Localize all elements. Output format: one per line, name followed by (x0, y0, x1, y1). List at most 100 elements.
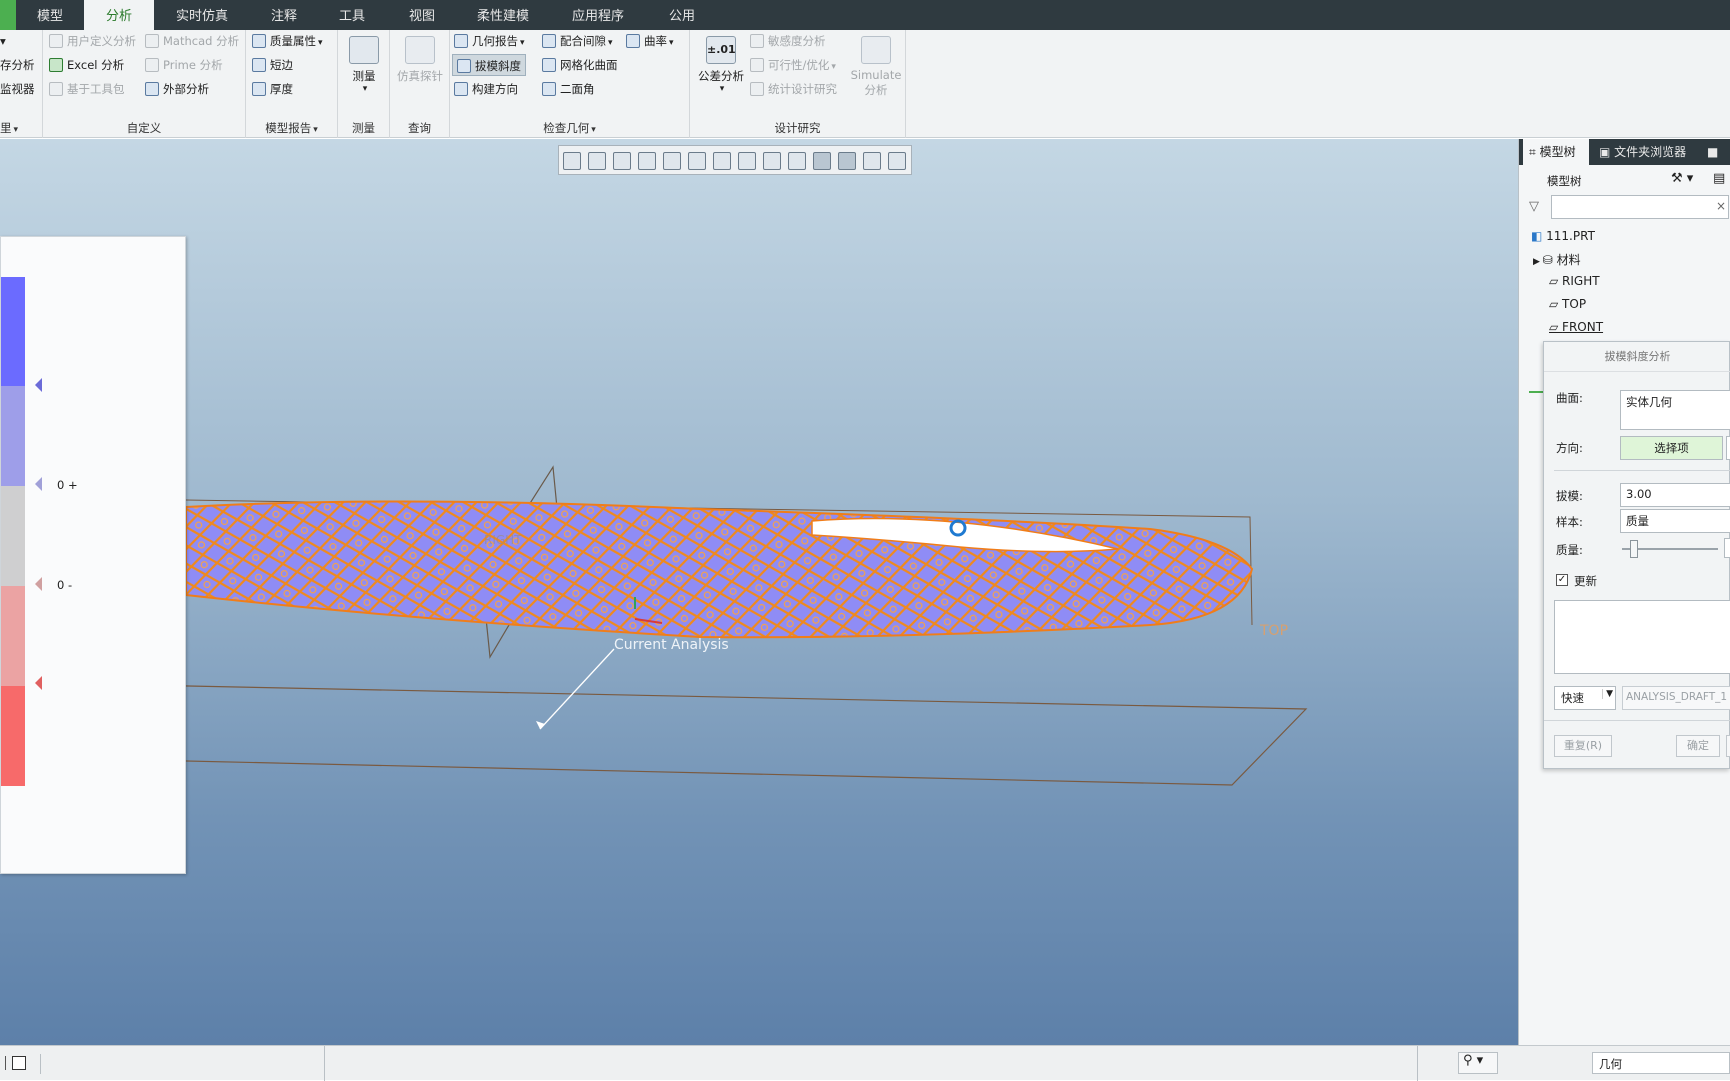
material-icon: ⛁ (1542, 253, 1557, 267)
filter-icon[interactable]: ▽ (1529, 199, 1539, 214)
direction-collector[interactable]: 选择项 (1620, 436, 1723, 460)
tree-item-top[interactable]: ▱ TOP (1549, 297, 1586, 311)
ribbon-group-custom: 用户定义分析 Excel 分析 基于工具包 Mathcad 分析 Prime 分… (43, 30, 246, 138)
thickness-button[interactable]: 厚度 (252, 78, 293, 100)
analysis-name-input[interactable]: ANALYSIS_DRAFT_1 (1622, 686, 1730, 710)
simulate-analysis-button[interactable]: Simulate 分析 (850, 36, 902, 98)
geometry-report-icon (454, 34, 468, 48)
tree-filter-input[interactable]: × (1551, 195, 1729, 219)
tab-folder-browser[interactable]: ▣ 文件夹浏览器 (1593, 139, 1697, 165)
tree-item-right[interactable]: ▱ RIGHT (1549, 274, 1600, 288)
top-plane-label[interactable]: TOP (1260, 623, 1288, 639)
external-analysis-button[interactable]: 外部分析 (145, 78, 209, 100)
user-defined-analysis-button[interactable]: 用户定义分析 (49, 30, 136, 52)
model-report-group-label[interactable]: 模型报告 ▾ (246, 120, 337, 136)
query-group-label: 查询 (408, 121, 431, 135)
browser-toggle-icon[interactable] (12, 1056, 26, 1070)
surface-collector[interactable]: 实体几何 (1620, 390, 1730, 430)
sensitivity-analysis-button[interactable]: 敏感度分析 (750, 30, 826, 52)
right-plane-label[interactable]: RIGHT (484, 533, 522, 547)
model-tree-title: 模型树 (1547, 174, 1582, 188)
favorites-icon: ■ (1707, 145, 1719, 159)
tree-settings-icon[interactable]: ⚒ ▾ (1671, 171, 1693, 186)
expand-arrow-icon[interactable]: ▶ (1533, 257, 1543, 267)
tab-view[interactable]: 视图 (390, 0, 454, 30)
model-graphics (99, 465, 1308, 786)
short-edge-button[interactable]: 短边 (252, 54, 293, 76)
tab-applications[interactable]: 应用程序 (556, 0, 640, 30)
navigator-toggle-icon[interactable] (0, 1056, 6, 1070)
quality-slider-handle[interactable] (1630, 540, 1638, 558)
graphics-viewport[interactable]: Current Analysis TOP RIGHT 0 + 0 - (0, 139, 1518, 1045)
ok-button[interactable]: 确定 (1676, 735, 1720, 757)
curvature-button[interactable]: 曲率 ▾ (626, 30, 674, 52)
tree-show-icon[interactable]: ▤ (1713, 171, 1725, 186)
draft-analysis-part[interactable] (185, 500, 1254, 639)
tab-tools[interactable]: 工具 (320, 0, 384, 30)
tab-realtime-sim[interactable]: 实时仿真 (160, 0, 244, 30)
tab-annotate[interactable]: 注释 (252, 0, 316, 30)
clear-filter-icon[interactable]: × (1716, 199, 1726, 213)
tree-item-front[interactable]: ▱ FRONT (1549, 320, 1603, 334)
find-icon[interactable]: ⚲ ▾ (1458, 1052, 1498, 1074)
tree-item-part[interactable]: ◧ 111.PRT (1531, 229, 1595, 243)
clearance-icon (542, 34, 556, 48)
current-analysis-annotation[interactable]: Current Analysis (614, 637, 729, 653)
manage-group-label[interactable]: 里 ▾ (0, 120, 42, 136)
repeat-button[interactable]: 重复(R) (1554, 735, 1612, 757)
legend-marker-plus[interactable] (35, 477, 42, 491)
quality-label: 质量: (1556, 543, 1583, 557)
file-menu-button[interactable] (0, 0, 16, 30)
quality-value-input[interactable] (1724, 538, 1730, 558)
feasibility-optimization-button[interactable]: 可行性/优化 ▾ (750, 54, 836, 76)
partial-top-item[interactable]: ▾ (0, 30, 6, 52)
statistical-design-study-button[interactable]: 统计设计研究 (750, 78, 837, 100)
draft-icon (457, 59, 471, 73)
sample-select[interactable]: 质量 (1620, 509, 1730, 533)
dihedral-angle-button[interactable]: 二面角 (542, 78, 595, 100)
saved-analysis-button[interactable]: 存分析 (0, 54, 35, 76)
direction-flip-button[interactable] (1726, 436, 1730, 460)
prime-analysis-button[interactable]: Prime 分析 (145, 54, 223, 76)
top-datum-plane[interactable] (99, 684, 1308, 786)
draft-analysis-button[interactable]: 拔模斜度 (452, 54, 526, 76)
mass-properties-icon (252, 34, 266, 48)
model-tree-icon: ⌗ (1529, 145, 1540, 159)
tab-analysis[interactable]: 分析 (84, 0, 154, 30)
mesh-icon (542, 58, 556, 72)
monitor-button[interactable]: 监视器 (0, 78, 35, 100)
mass-properties-button[interactable]: 质量属性 ▾ (252, 30, 323, 52)
legend-band-5 (1, 686, 25, 786)
tab-model-tree[interactable]: ⌗ 模型树 (1523, 139, 1589, 165)
tolerance-analysis-button[interactable]: ±.01 公差分析 ▾ (696, 36, 746, 94)
cancel-button[interactable] (1726, 735, 1730, 757)
update-checkbox[interactable]: ✓ (1556, 574, 1568, 586)
legend-marker-minus[interactable] (35, 577, 42, 591)
excel-analysis-button[interactable]: Excel 分析 (49, 54, 124, 76)
measure-button[interactable]: 测量 ▾ (346, 36, 382, 94)
tab-flexible-modeling[interactable]: 柔性建模 (462, 0, 544, 30)
legend-marker-lower[interactable] (35, 676, 42, 690)
tab-common[interactable]: 公用 (650, 0, 714, 30)
save-mode-select[interactable]: 快速 ▼ (1554, 686, 1616, 710)
tree-item-material[interactable]: ▶ ⛁ 材料 (1533, 251, 1581, 268)
toolkit-analysis-button[interactable]: 基于工具包 (49, 78, 125, 100)
geometry-report-button[interactable]: 几何报告 ▾ (454, 30, 525, 52)
prime-icon (145, 58, 159, 72)
selection-filter[interactable]: 几何 (1592, 1052, 1730, 1074)
statistics-icon (750, 82, 764, 96)
short-edge-icon (252, 58, 266, 72)
draft-angle-input[interactable]: 3.00 (1620, 483, 1730, 507)
tab-favorites[interactable]: ■ (1701, 139, 1730, 165)
navigator-tabs: ⌗ 模型树 ▣ 文件夹浏览器 ■ (1519, 139, 1730, 165)
inspect-geometry-group-label[interactable]: 检查几何 ▾ (450, 120, 689, 136)
custom-group-label: 自定义 (126, 121, 162, 135)
toolkit-icon (49, 82, 63, 96)
build-direction-button[interactable]: 构建方向 (454, 78, 518, 100)
mating-clearance-button[interactable]: 配合间隙 ▾ (542, 30, 613, 52)
mathcad-analysis-button[interactable]: Mathcad 分析 (145, 30, 239, 52)
sim-probe-button[interactable]: 仿真探针 (394, 36, 446, 84)
tab-model[interactable]: 模型 (18, 0, 82, 30)
mesh-surface-button[interactable]: 网格化曲面 (542, 54, 618, 76)
legend-marker-upper[interactable] (35, 378, 42, 392)
